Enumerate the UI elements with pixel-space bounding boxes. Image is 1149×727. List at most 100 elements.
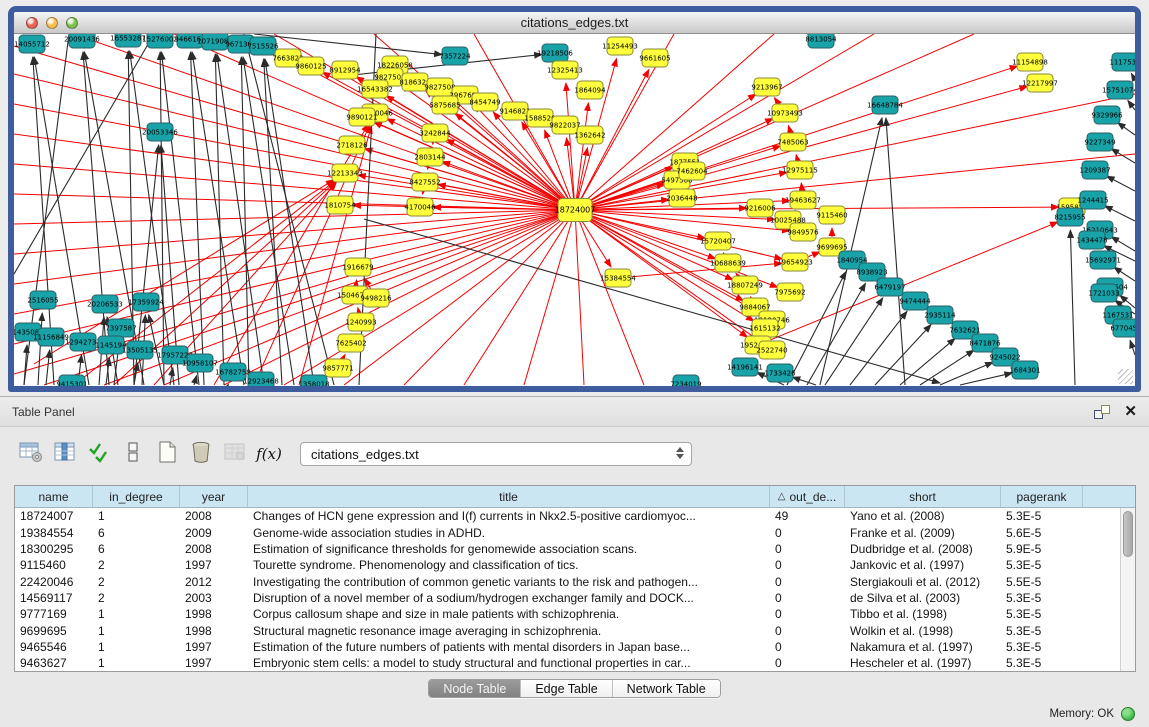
column-header-short[interactable]: short bbox=[845, 486, 1001, 507]
table-cell: 1 bbox=[93, 624, 180, 638]
row-height-button[interactable] bbox=[116, 437, 150, 471]
table-row[interactable]: 2242004622012Investigating the contribut… bbox=[15, 573, 1120, 589]
graph-edge[interactable] bbox=[801, 183, 802, 190]
table-vertical-scrollbar[interactable] bbox=[1120, 508, 1135, 671]
column-header-pagerank[interactable]: pagerank bbox=[1001, 486, 1083, 507]
table-cell: Tibbo et al. (1998) bbox=[845, 607, 1001, 621]
table-row[interactable]: 911546021997Tourette syndrome. Phenomeno… bbox=[15, 557, 1120, 573]
delete-column-button[interactable] bbox=[184, 437, 218, 471]
graph-edge[interactable] bbox=[343, 355, 345, 360]
zoom-window-button[interactable] bbox=[66, 17, 78, 29]
column-header-in_degree[interactable]: in_degree bbox=[93, 486, 180, 507]
graph-edge[interactable] bbox=[14, 134, 565, 209]
graph-edge[interactable] bbox=[940, 362, 993, 385]
column-header-year[interactable]: year bbox=[180, 486, 248, 507]
graph-node-label: 19218506 bbox=[537, 50, 573, 58]
close-window-button[interactable] bbox=[26, 17, 38, 29]
graph-edge[interactable] bbox=[825, 298, 883, 385]
graph-edge[interactable] bbox=[265, 59, 314, 385]
graph-node-label: 19463627 bbox=[785, 197, 821, 205]
graph-edge[interactable] bbox=[191, 52, 204, 385]
graph-edge[interactable] bbox=[464, 218, 570, 385]
graph-edge[interactable] bbox=[1131, 73, 1135, 80]
close-panel-icon[interactable]: ✕ bbox=[1124, 405, 1137, 419]
table-row[interactable]: 977716911998Corpus callosum shape and si… bbox=[15, 606, 1120, 622]
table-cell: de Silva et al. (2003) bbox=[845, 591, 1001, 605]
table-selector-combobox[interactable]: citations_edges.txt bbox=[300, 442, 692, 466]
memory-status-indicator[interactable] bbox=[1121, 707, 1135, 721]
new-column-button[interactable] bbox=[150, 437, 184, 471]
graph-edge[interactable] bbox=[585, 212, 783, 259]
delete-table-button[interactable] bbox=[218, 437, 252, 471]
float-panel-icon[interactable] bbox=[1094, 405, 1110, 419]
graph-edge[interactable] bbox=[875, 325, 931, 385]
graph-node-label: 9849576 bbox=[787, 229, 819, 237]
graph-edge[interactable] bbox=[1118, 123, 1135, 135]
graph-edge[interactable] bbox=[1107, 176, 1135, 191]
graph-edge[interactable] bbox=[584, 34, 874, 205]
table-row[interactable]: 1830029562008Estimation of significance … bbox=[15, 541, 1120, 557]
graph-edge[interactable] bbox=[524, 220, 572, 385]
graph-edge[interactable] bbox=[900, 338, 955, 385]
table-cell: Investigating the contribution of common… bbox=[248, 575, 770, 589]
graph-edge[interactable] bbox=[788, 126, 790, 133]
graph-edge[interactable] bbox=[1105, 206, 1135, 221]
graph-edge[interactable] bbox=[628, 263, 782, 277]
graph-edge[interactable] bbox=[796, 155, 797, 161]
graph-edge[interactable] bbox=[243, 57, 294, 385]
table-row[interactable]: 1872400712008Changes of HCN gene express… bbox=[15, 508, 1120, 524]
graph-edge[interactable] bbox=[579, 219, 644, 385]
table-row[interactable]: 1938455462009Genome-wide association stu… bbox=[15, 524, 1120, 540]
graph-edge[interactable] bbox=[160, 52, 164, 385]
resize-grip[interactable] bbox=[1118, 369, 1133, 384]
graph-edge[interactable] bbox=[792, 377, 816, 385]
graph-edge[interactable] bbox=[215, 54, 224, 385]
graph-edge[interactable] bbox=[886, 118, 905, 385]
column-header-name[interactable]: name bbox=[15, 486, 93, 507]
table-cell: 9777169 bbox=[15, 607, 93, 621]
graph-edge[interactable] bbox=[960, 373, 1012, 385]
graph-node-label: 1916679 bbox=[342, 264, 373, 272]
graph-edge[interactable] bbox=[576, 220, 584, 385]
graph-edge[interactable] bbox=[356, 280, 357, 285]
graph-edge[interactable] bbox=[404, 217, 568, 385]
graph-node-label: 2718126 bbox=[336, 142, 368, 150]
table-row[interactable]: 946362711997Embryonic stem cells: a mode… bbox=[15, 655, 1120, 671]
tab-node-table[interactable]: Node Table bbox=[429, 680, 520, 697]
graph-edge[interactable] bbox=[217, 54, 264, 385]
table-row[interactable]: 969969511998Structural magnetic resonanc… bbox=[15, 622, 1120, 638]
table-mode-button[interactable] bbox=[14, 437, 48, 471]
table-row[interactable]: 1456911722003Disruption of a novel membe… bbox=[15, 590, 1120, 606]
graph-node-label: 9661605 bbox=[639, 55, 670, 63]
apply-checks-button[interactable] bbox=[82, 437, 116, 471]
scrollbar-thumb[interactable] bbox=[1123, 511, 1133, 557]
graph-edge[interactable] bbox=[224, 214, 566, 385]
graph-edge[interactable] bbox=[14, 164, 565, 209]
window-titlebar[interactable]: citations_edges.txt bbox=[14, 12, 1135, 34]
graph-edge[interactable] bbox=[1128, 100, 1135, 110]
column-chooser-button[interactable] bbox=[48, 437, 82, 471]
graph-edge[interactable] bbox=[241, 57, 249, 385]
tab-network-table[interactable]: Network Table bbox=[612, 680, 720, 697]
graph-edge[interactable] bbox=[850, 311, 907, 385]
table-row[interactable]: 946554611997Estimation of the future num… bbox=[15, 639, 1120, 655]
table-cell: Changes of HCN gene expression and I(f) … bbox=[248, 509, 770, 523]
trash-icon bbox=[189, 440, 213, 469]
graph-node-label: 12923468 bbox=[243, 378, 279, 386]
tab-edge-table[interactable]: Edge Table bbox=[520, 680, 611, 697]
network-canvas[interactable]: 1405571220091436165532871527600294661601… bbox=[14, 34, 1135, 386]
graph-node-label: 1240993 bbox=[345, 319, 376, 327]
function-builder-button[interactable]: f(x) bbox=[252, 437, 286, 471]
graph-edge[interactable] bbox=[14, 213, 565, 374]
graph-edge[interactable] bbox=[807, 283, 866, 385]
graph-edge[interactable] bbox=[1070, 230, 1075, 385]
graph-edge[interactable] bbox=[244, 34, 334, 385]
graph-edge[interactable] bbox=[1111, 237, 1135, 251]
graph-edge[interactable] bbox=[358, 308, 359, 313]
network-view-window[interactable]: citations_edges.txt 14055712200914361655… bbox=[8, 6, 1141, 392]
graph-edge[interactable] bbox=[1130, 340, 1135, 355]
minimize-window-button[interactable] bbox=[46, 17, 58, 29]
column-header-out_de[interactable]: △out_de... bbox=[770, 486, 845, 507]
graph-edge[interactable] bbox=[194, 376, 197, 385]
column-header-title[interactable]: title bbox=[248, 486, 770, 507]
